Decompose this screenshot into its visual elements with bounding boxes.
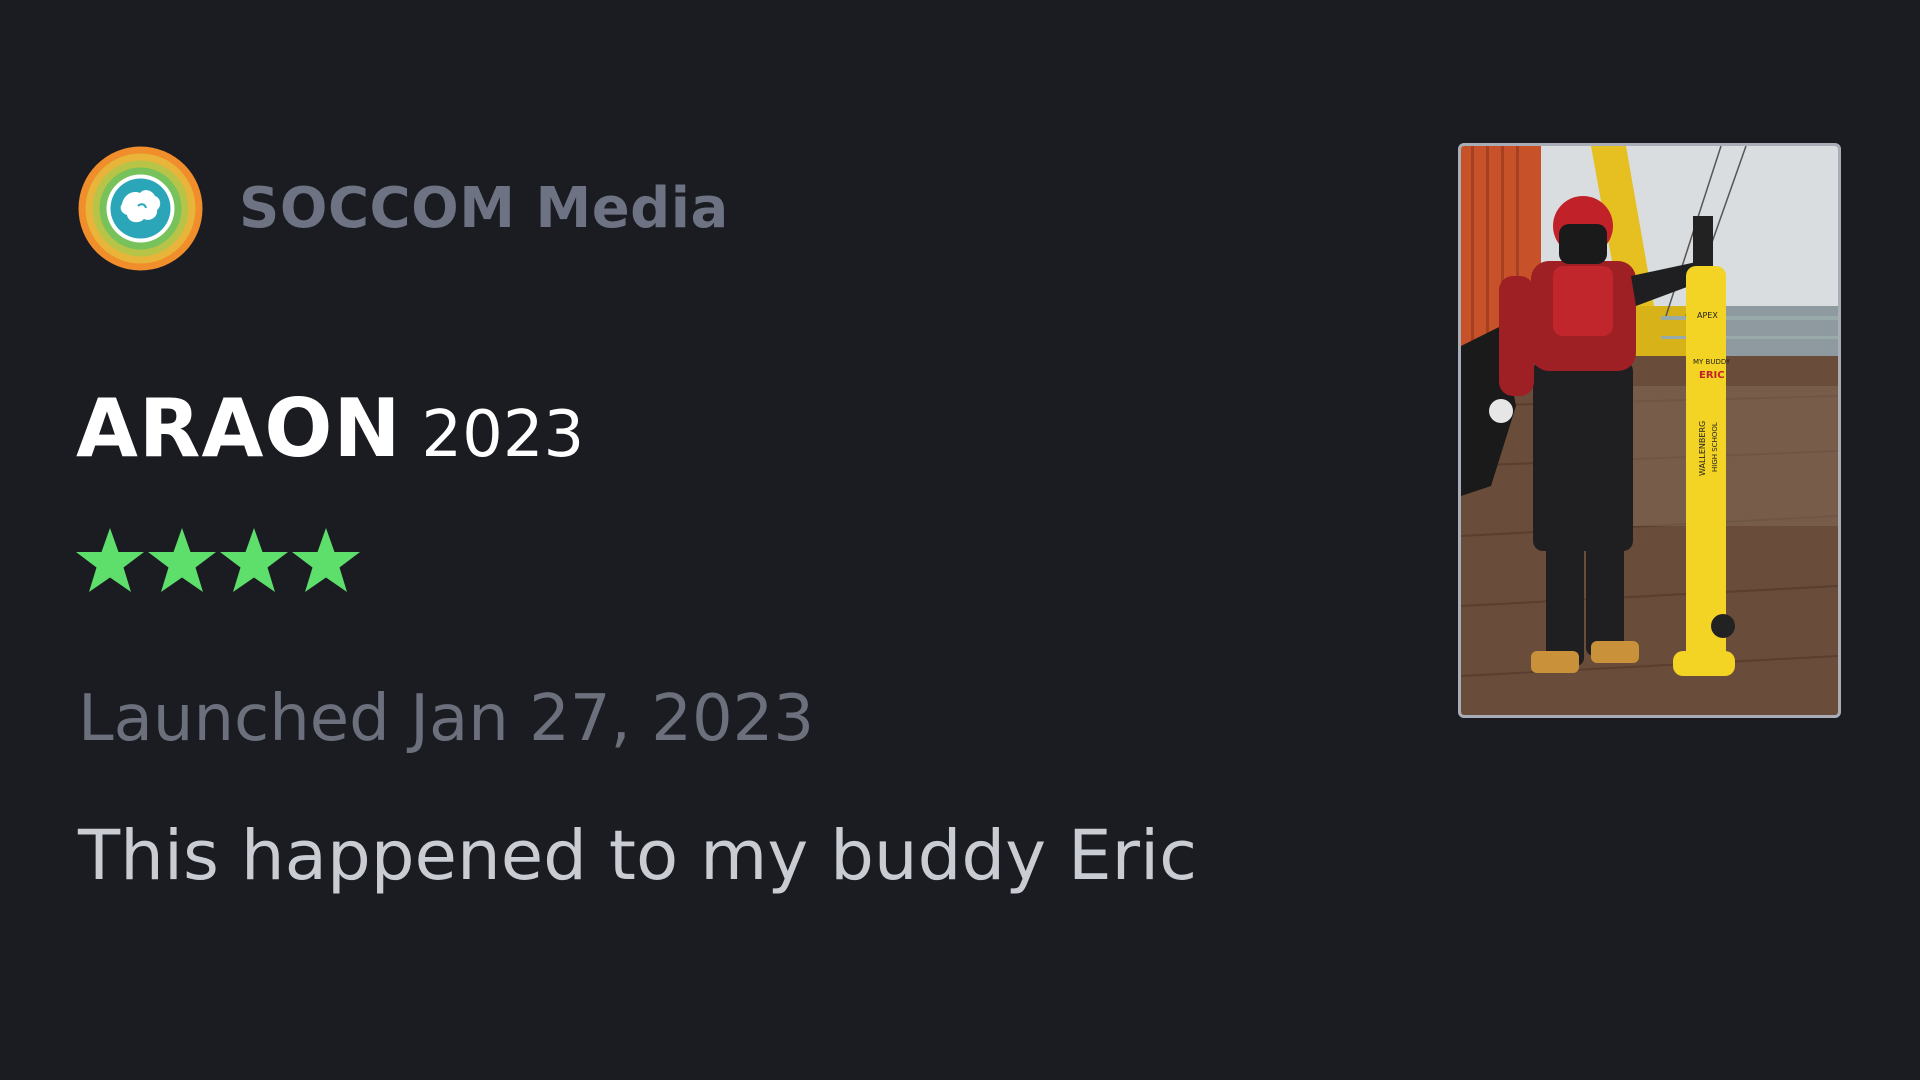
launch-date: Launched Jan 27, 2023 (78, 682, 815, 756)
star-rating (74, 526, 362, 596)
star-icon (76, 528, 144, 592)
photo-illustration: APEX MY BUDDY ERIC WALLENBERG HIGH SCHOO… (1461, 146, 1838, 715)
star-icon (220, 528, 288, 592)
float-card: SOCCOM Media ARAON 2023 Launched Jan 27,… (0, 0, 1920, 1080)
publisher-header: SOCCOM Media (78, 146, 729, 271)
star-icon (292, 528, 360, 592)
float-handwriting-1: MY BUDDY (1693, 358, 1731, 366)
float-deployment-photo: APEX MY BUDDY ERIC WALLENBERG HIGH SCHOO… (1458, 143, 1841, 718)
float-caption: This happened to my buddy Eric (78, 816, 1198, 896)
float-title-row: ARAON 2023 (76, 382, 584, 475)
float-year: 2023 (421, 398, 585, 472)
publisher-name: SOCCOM Media (239, 176, 729, 241)
float-handwriting-4: HIGH SCHOOL (1711, 422, 1719, 472)
antarctica-globe-icon (78, 146, 203, 271)
float-handwriting-2: ERIC (1699, 370, 1725, 381)
float-brand-text: APEX (1697, 311, 1718, 320)
star-icon (148, 528, 216, 592)
float-name: ARAON (76, 382, 402, 475)
float-handwriting-3: WALLENBERG (1698, 421, 1707, 476)
